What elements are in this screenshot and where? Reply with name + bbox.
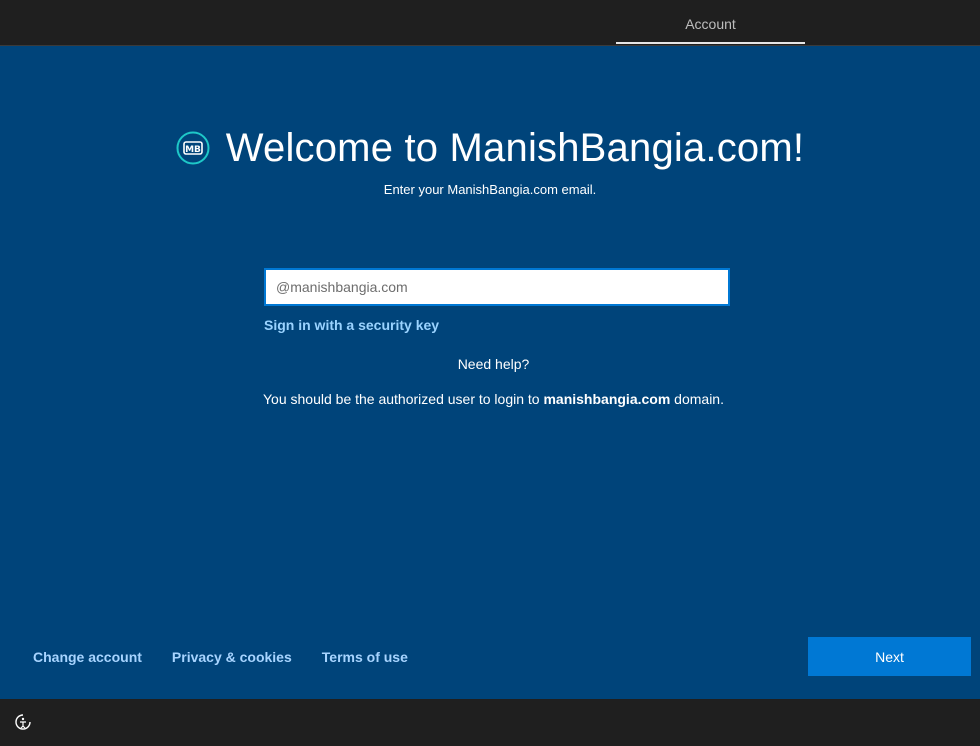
- brand-logo-icon: MB: [176, 131, 210, 165]
- email-input[interactable]: [264, 268, 730, 306]
- next-button[interactable]: Next: [808, 637, 971, 676]
- bottom-bar: [0, 699, 980, 746]
- notice-domain: manishbangia.com: [543, 391, 671, 407]
- privacy-cookies-link[interactable]: Privacy & cookies: [172, 649, 292, 665]
- logo-text: MB: [185, 145, 201, 155]
- terms-of-use-link[interactable]: Terms of use: [322, 649, 408, 665]
- change-account-link[interactable]: Change account: [33, 649, 142, 665]
- tab-account[interactable]: Account: [616, 0, 805, 44]
- security-key-link[interactable]: Sign in with a security key: [264, 317, 439, 333]
- title-row: MB Welcome to ManishBangia.com!: [0, 122, 980, 174]
- footer-links: Change account Privacy & cookies Terms o…: [33, 649, 408, 665]
- notice-suffix: domain.: [670, 391, 724, 407]
- notice-prefix: You should be the authorized user to log…: [263, 391, 544, 407]
- ease-of-access-icon[interactable]: [14, 713, 32, 731]
- page-title: Welcome to ManishBangia.com!: [225, 126, 805, 170]
- authorization-notice: You should be the authorized user to log…: [0, 391, 980, 407]
- need-help-link[interactable]: Need help?: [0, 356, 980, 372]
- oobe-screen: Account MB Welcome to ManishBangia.com! …: [0, 0, 980, 746]
- top-bar: Account: [0, 0, 980, 46]
- page-subtitle: Enter your ManishBangia.com email.: [383, 182, 597, 197]
